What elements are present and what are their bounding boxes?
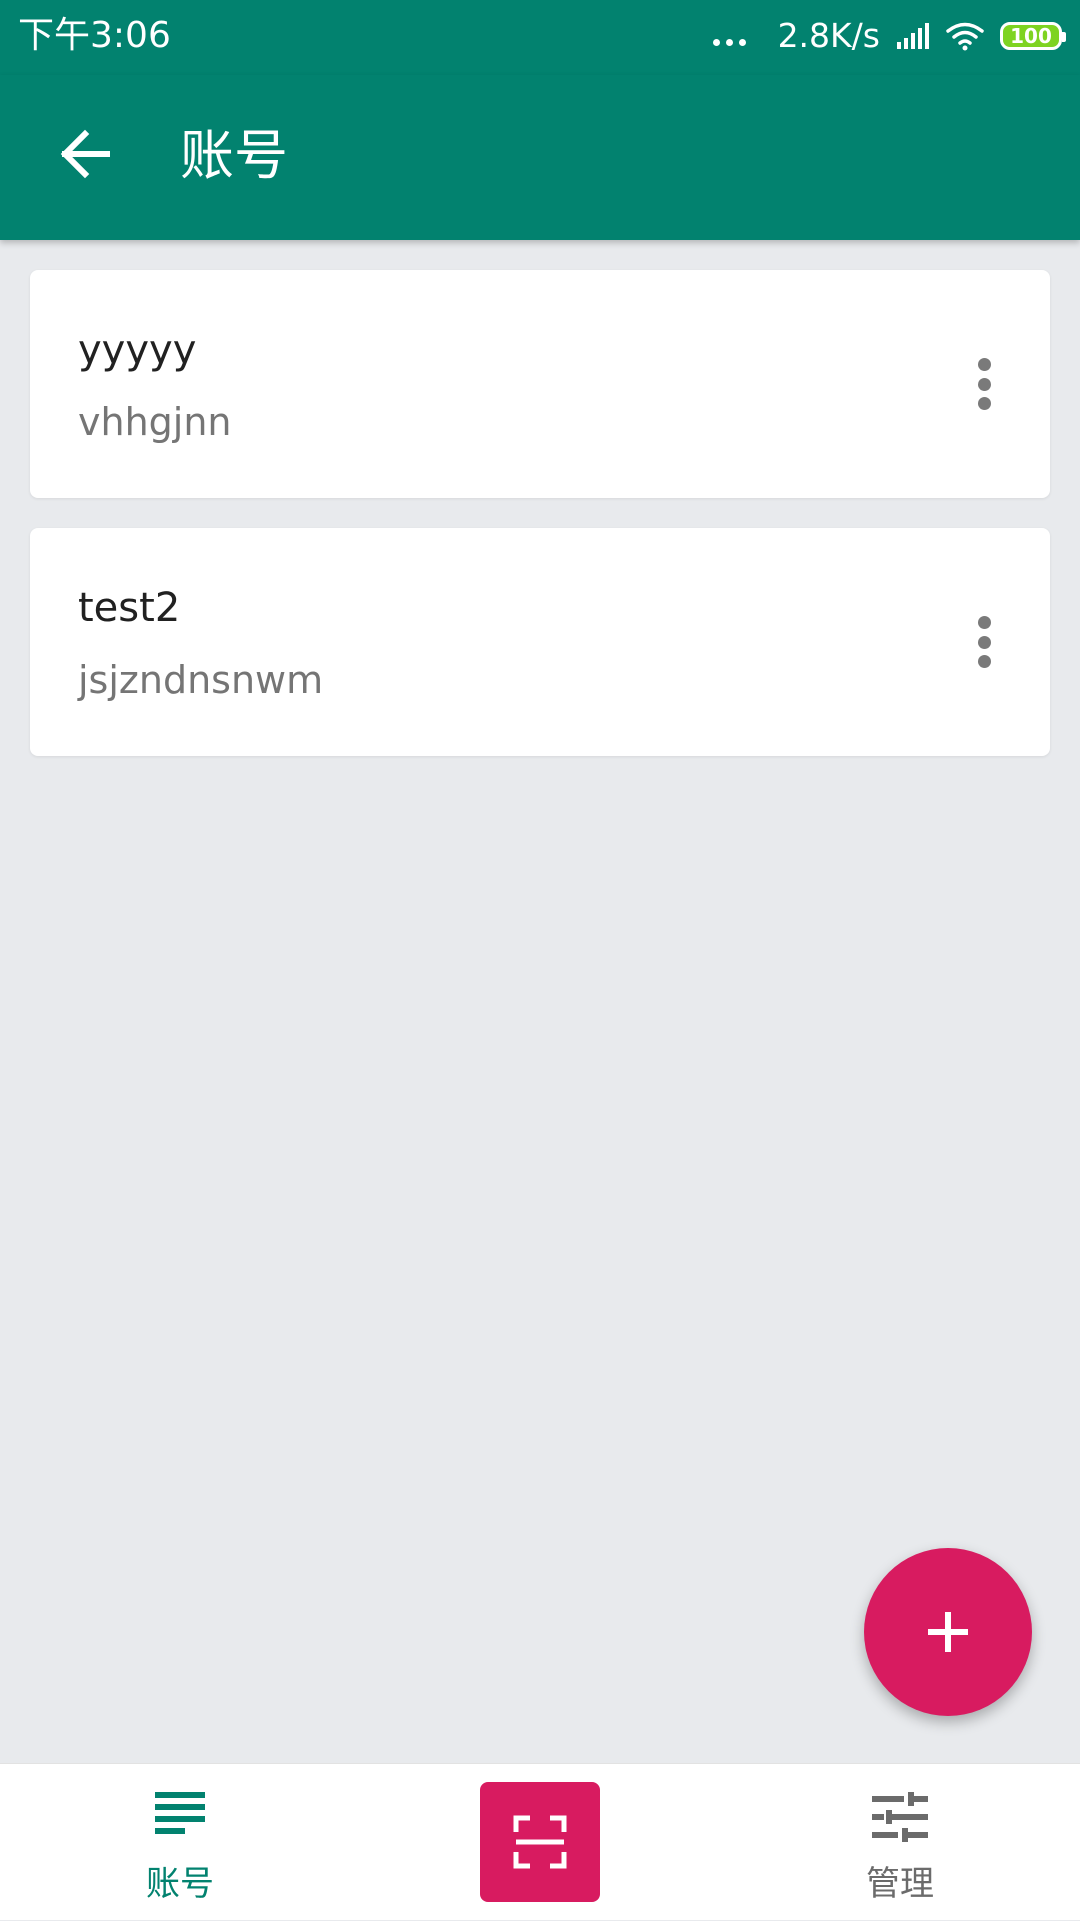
account-detail: vhhgjnn: [78, 400, 232, 444]
more-vert-icon[interactable]: [964, 352, 1004, 416]
back-button[interactable]: [48, 117, 122, 191]
account-card[interactable]: test2 jsjzndnsnwm: [30, 528, 1050, 756]
scan-icon: [513, 1815, 567, 1869]
tune-icon: [872, 1792, 928, 1842]
battery-level: 100: [1010, 24, 1052, 48]
more-dots-icon: [712, 27, 746, 46]
status-indicators: 2.8K/s 100: [712, 16, 1066, 56]
arrow-back-icon: [60, 129, 110, 179]
bottom-nav: 账号 管理: [0, 1763, 1080, 1920]
nav-item-accounts[interactable]: 账号: [80, 1764, 280, 1921]
nav-item-manage[interactable]: 管理: [800, 1764, 1000, 1921]
app-bar: 账号: [0, 75, 1080, 240]
plus-icon: [928, 1612, 968, 1652]
nav-label-manage: 管理: [866, 1864, 934, 1904]
status-bar: 下午3:06 2.8K/s 100: [0, 0, 1080, 75]
page-title: 账号: [180, 124, 288, 187]
nav-label-accounts: 账号: [146, 1864, 214, 1904]
account-card[interactable]: yyyyy vhhgjnn: [30, 270, 1050, 498]
account-name: yyyyy: [78, 327, 197, 373]
account-list: yyyyy vhhgjnn test2 jsjzndnsnwm: [30, 270, 1050, 786]
scan-button[interactable]: [480, 1782, 600, 1902]
list-icon: [155, 1792, 205, 1834]
battery-icon: 100: [1000, 22, 1066, 50]
wifi-icon: [946, 22, 984, 51]
more-vert-icon[interactable]: [964, 610, 1004, 674]
signal-icon: [897, 23, 929, 49]
account-name: test2: [78, 585, 181, 631]
account-detail: jsjzndnsnwm: [78, 658, 324, 702]
network-speed: 2.8K/s: [777, 16, 880, 55]
add-account-button[interactable]: [864, 1548, 1032, 1716]
status-time: 下午3:06: [18, 15, 171, 56]
